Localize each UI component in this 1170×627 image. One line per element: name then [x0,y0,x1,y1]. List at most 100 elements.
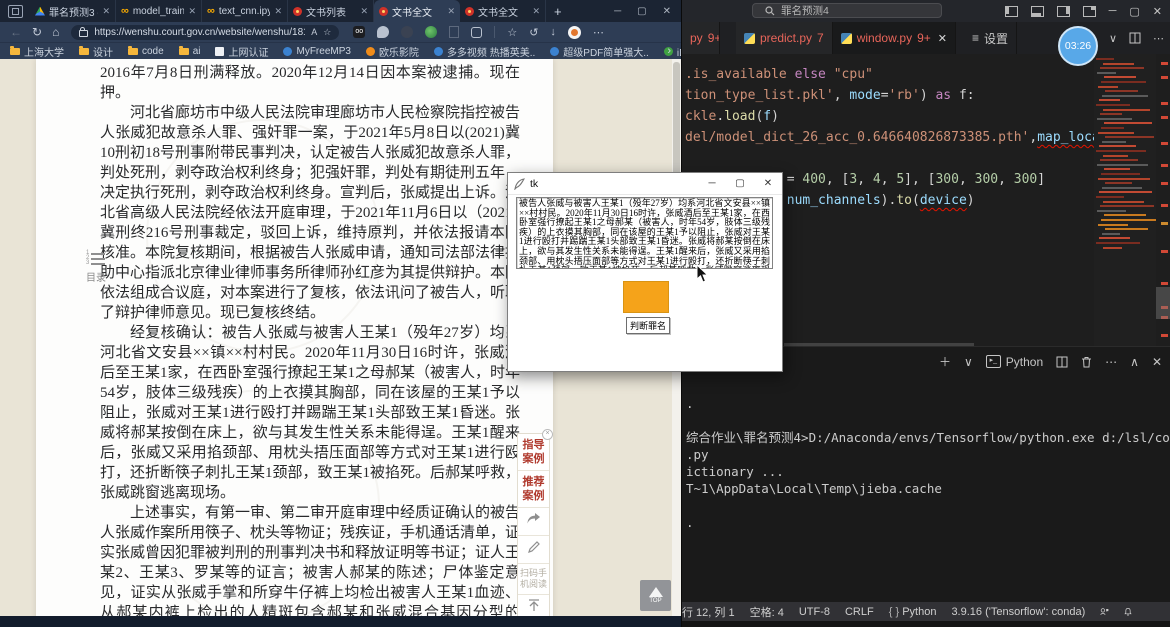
browser-tab[interactable]: 文书列表✕ [288,0,374,22]
tab-close-icon[interactable]: ✕ [102,6,110,17]
tab-close-icon[interactable]: ✕ [447,6,455,17]
screen: 罪名预测3 - m✕∞model_train.ip✕∞text_cnn.ipyn… [0,0,1170,627]
page-icon [215,47,224,56]
indentation[interactable]: 空格: 4 [750,604,784,620]
annotate-button[interactable] [518,536,549,564]
eol-sequence[interactable]: CRLF [845,606,874,618]
split-terminal-icon[interactable] [1056,356,1068,368]
toc-widget[interactable]: 1 2 3 目录 [86,251,112,284]
bookmark-item[interactable]: code [128,44,164,59]
browser-tab[interactable]: 罪名预测3 - m✕ [30,0,116,22]
document-paragraph: 2016年7月8日刑满释放。2020年12月14日因本案被逮捕。现在押。 [100,63,520,103]
run-dropdown-icon[interactable]: ∨ [1109,32,1117,45]
tab-close-icon[interactable]: ✕ [274,6,282,17]
tab-predict.py[interactable]: predict.py7 [736,22,833,54]
bookmark-item[interactable]: 设计 [79,44,113,59]
read-aloud-icon[interactable]: A [311,27,317,37]
recording-timer-bubble[interactable]: 03:26 [1058,26,1098,66]
browser-tab[interactable]: ∞text_cnn.ipynb✕ [202,0,288,22]
toggle-secondarybar-icon[interactable] [1057,6,1070,17]
terminal-tab[interactable]: ▸_ Python [986,355,1043,369]
tab-window.py[interactable]: window.py9+✕ [833,22,956,54]
browser-close-button[interactable]: ✕ [663,6,671,17]
feedback-icon[interactable] [1100,606,1109,617]
language-mode[interactable]: { } Python [889,606,937,618]
kill-terminal-icon[interactable] [1081,356,1092,368]
vscode-close-button[interactable]: ✕ [1153,5,1162,18]
toggle-panel-icon[interactable] [1031,6,1044,17]
profile-avatar[interactable] [568,26,581,39]
editor-scrollbar-thumb[interactable] [1156,287,1170,319]
panel-maximize-icon[interactable]: ∧ [1130,355,1139,369]
history-icon[interactable]: ↺ [529,26,538,39]
browser-minimize-button[interactable]: ─ [614,6,621,17]
popup-close-button[interactable]: ✕ [754,173,782,194]
extensions-icon[interactable] [471,27,482,38]
qr-read-button[interactable]: 扫码手机阅读 [518,564,549,595]
comments-icon[interactable] [377,26,389,38]
url-text[interactable]: https://wenshu.court.gov.cn/website/wens… [94,27,305,38]
vscode-minimize-button[interactable]: ─ [1109,5,1117,17]
downloads-icon[interactable]: ↓ [550,26,556,38]
close-icon[interactable]: × [542,429,553,440]
bookmark-item[interactable]: 上海大学 [10,44,64,59]
python-interpreter[interactable]: 3.9.16 ('Tensorflow': conda) [951,606,1085,618]
tab-close-icon[interactable]: ✕ [360,6,368,17]
extension-oo-icon[interactable]: oo [353,26,365,38]
bookmark-item[interactable]: MyFreeMP3 [283,44,350,59]
python-file-icon [841,33,852,44]
terminal-output[interactable]: . 综合作业\罪名预测4>D:/Anaconda/envs/Tensorflow… [686,395,1170,531]
browser-tab[interactable]: ∞model_train.ip✕ [116,0,202,22]
terminal-dropdown-icon[interactable]: ∨ [964,355,973,369]
bookmark-item[interactable]: 多多视频 热播英美.. [434,44,535,59]
bookmark-item[interactable]: 上网认证 [215,44,268,59]
copy-icon[interactable] [449,26,459,38]
browser-menu-icon[interactable]: ⋯ [593,26,604,39]
back-icon[interactable]: ← [10,25,22,39]
tab-close-icon[interactable]: ✕ [938,32,947,45]
tab-overview-icon[interactable] [8,5,23,18]
editor-more-icon[interactable]: ⋯ [1153,32,1164,45]
new-tab-button[interactable]: + [554,4,562,19]
tab-settings[interactable]: ≡设置 [964,22,1017,54]
ball-extension-icon[interactable] [401,26,413,38]
bookmark-item[interactable]: 欧乐影院 [366,44,419,59]
refresh-icon[interactable]: ↻ [32,25,42,39]
recommend-cases-button[interactable]: 推荐案例 [518,471,549,508]
vscode-maximize-button[interactable]: ▢ [1129,5,1139,18]
orange-icon [366,47,375,56]
share-button[interactable] [518,508,549,536]
cursor-position[interactable]: 行 12, 列 1 [682,604,735,620]
bookmarks-overflow-icon[interactable]: › [667,45,671,57]
panel-more-icon[interactable]: ⋯ [1105,355,1117,369]
encoding[interactable]: UTF-8 [799,606,830,618]
guide-cases-button[interactable]: × 指导案例 [518,434,549,471]
bookmark-item[interactable]: 超级PDF简单强大.. [550,44,649,59]
notifications-bell-icon[interactable] [1124,606,1132,618]
popup-minimize-button[interactable]: ─ [698,173,726,194]
browser-maximize-button[interactable]: ▢ [637,6,646,17]
world-extension-icon[interactable] [425,26,437,38]
split-editor-icon[interactable] [1129,32,1141,44]
scroll-top-button[interactable]: TOP [640,580,671,611]
case-text-input[interactable]: 被告人张威与被害人王某1（殁年27岁）均系河北省文安县××镇××村村民。2020… [516,197,773,269]
tab-close-icon[interactable]: ✕ [532,6,540,17]
tab-py[interactable]: py9+ [682,22,720,54]
address-bar[interactable]: https://wenshu.court.gov.cn/website/wens… [71,25,339,40]
popup-maximize-button[interactable]: ▢ [726,173,754,194]
new-terminal-button[interactable]: ＋ [939,353,951,370]
command-center-search[interactable]: 罪名预测4 [752,3,942,18]
browser-tab[interactable]: 文书全文✕ [460,0,546,22]
bookmark-item[interactable]: ai [179,44,201,59]
panel-close-icon[interactable]: ✕ [1152,355,1162,369]
customize-layout-icon[interactable] [1083,6,1096,17]
collections-icon[interactable]: ☆ [507,26,517,39]
predict-crime-button[interactable] [623,281,669,313]
home-icon[interactable]: ⌂ [52,25,59,39]
tab-close-icon[interactable]: ✕ [188,6,196,17]
favorite-star-icon[interactable]: ☆ [323,27,331,38]
popup-titlebar[interactable]: tk ─ ▢ ✕ [508,173,782,195]
toggle-sidebar-icon[interactable] [1005,6,1018,17]
minimap[interactable] [1094,54,1156,346]
browser-tab[interactable]: 文书全文✕ [374,0,460,22]
